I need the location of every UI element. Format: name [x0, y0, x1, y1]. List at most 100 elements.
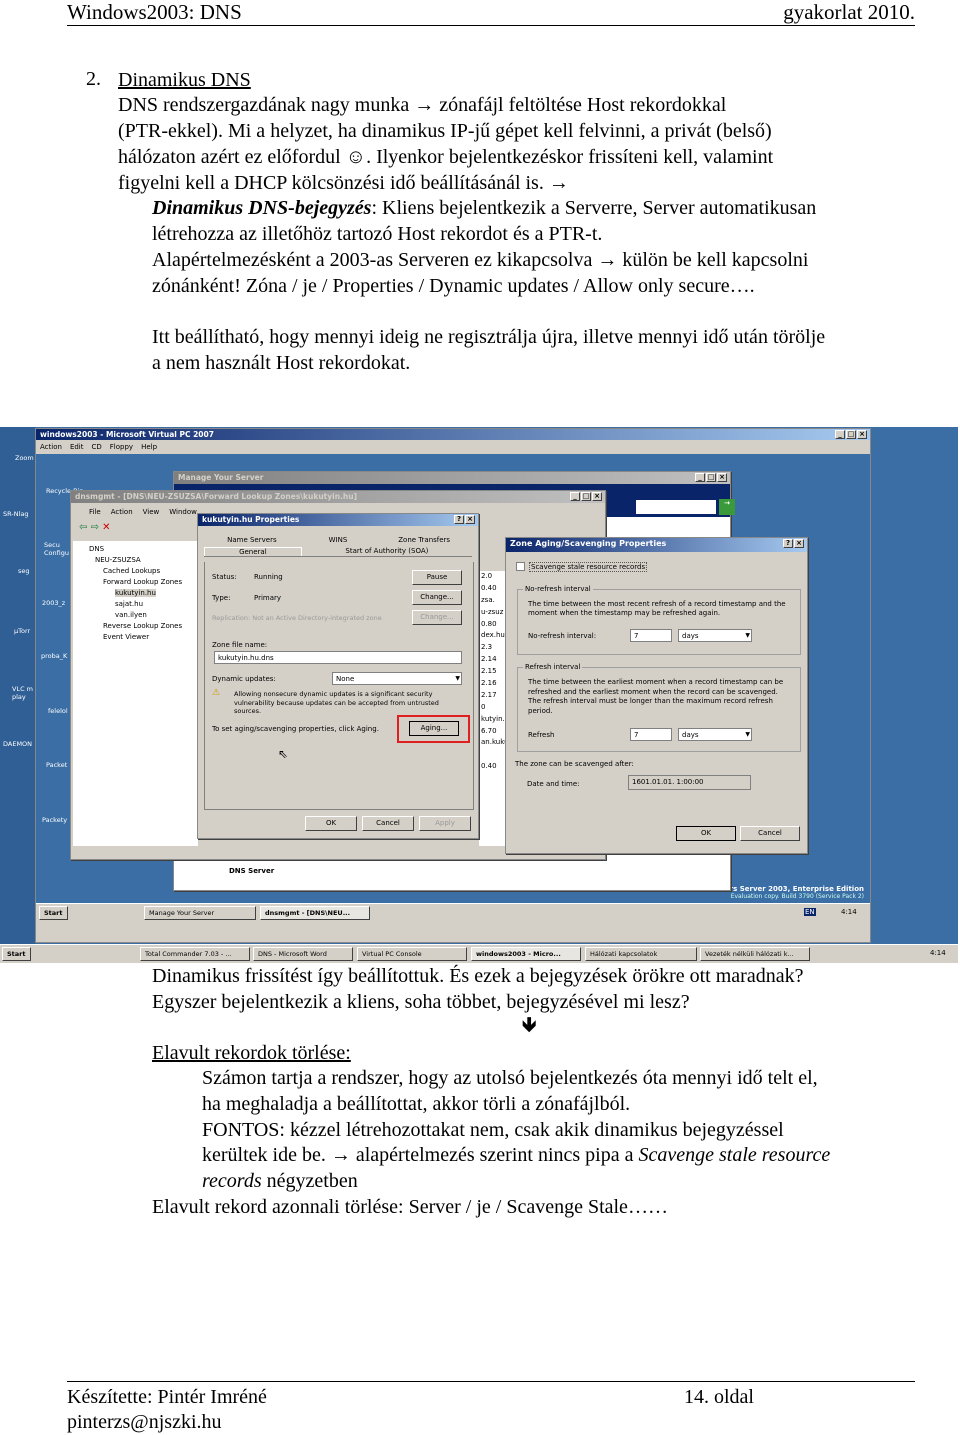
manage-titlebar[interactable]: Manage Your Server _ □ × [174, 472, 730, 484]
type-label: Type: [212, 594, 231, 602]
tabs-back-row: Name Servers WINS Zone Transfers [204, 536, 472, 544]
menu-view[interactable]: View [143, 508, 160, 516]
screenshot: Zoom SR-Nlag seg µTorr VLC m play DAEMON… [0, 427, 958, 963]
definition-line: Dinamikus DNS-bejegyzés: Kliens bejelent… [152, 196, 816, 222]
desktop-icon[interactable]: Secu Configu [44, 541, 72, 557]
taskbar-item[interactable]: Vezeték nélküli hálózati k... [700, 947, 810, 961]
tree-item[interactable]: Reverse Lookup Zones [89, 621, 198, 632]
refresh-input[interactable]: 7 [630, 728, 672, 741]
desktop-icon[interactable]: Packety [42, 816, 67, 824]
maximize-button[interactable]: □ [706, 473, 716, 482]
vpc-titlebar[interactable]: windows2003 - Microsoft Virtual PC 2007 … [36, 429, 870, 440]
refresh-unit-select[interactable]: days ▼ [678, 728, 752, 741]
menu-action[interactable]: Action [40, 443, 62, 451]
aging-cancel-button[interactable]: Cancel [740, 826, 800, 841]
close-button[interactable]: × [857, 430, 867, 439]
menu-cd[interactable]: CD [92, 443, 102, 451]
close-button[interactable]: × [592, 492, 602, 501]
tree-item[interactable]: Forward Lookup Zones [89, 577, 198, 588]
norefresh-label: No-refresh interval: [528, 632, 597, 640]
norefresh-input[interactable]: 7 [630, 629, 672, 642]
tab-wins[interactable]: WINS [300, 536, 377, 544]
close-button[interactable]: × [465, 515, 475, 524]
norefresh-unit-select[interactable]: days ▼ [678, 629, 752, 642]
scavenge-label[interactable]: Scavenge stale resource records [529, 562, 648, 572]
close-button[interactable]: × [794, 539, 804, 548]
language-indicator[interactable]: EN [804, 908, 816, 916]
dynamic-updates-select[interactable]: None ▼ [332, 672, 462, 685]
warning-text: Allowing nonsecure dynamic updates is a … [234, 690, 439, 715]
section-number: 2. [86, 68, 101, 90]
taskbar-item[interactable]: Manage Your Server [144, 906, 256, 920]
aging-titlebar[interactable]: Zone Aging/Scavenging Properties ? × [506, 538, 807, 552]
taskbar-item[interactable]: Virtual PC Console [357, 947, 467, 961]
menu-edit[interactable]: Edit [70, 443, 84, 451]
tree-item[interactable]: DNS [89, 544, 198, 555]
menu-action[interactable]: Action [111, 508, 133, 516]
desktop-icon[interactable]: SR-Nlag [3, 510, 29, 518]
os-branding: rs Server 2003, Enterprise Edition Evalu… [730, 885, 864, 900]
taskbar-item[interactable]: Hálózati kapcsolatok [585, 947, 697, 961]
go-arrow-icon[interactable]: → [719, 499, 735, 515]
pause-button[interactable]: Pause [412, 570, 462, 585]
menu-floppy[interactable]: Floppy [110, 443, 133, 451]
scavenge-checkbox[interactable] [516, 562, 525, 571]
status-label: Status: [212, 573, 237, 581]
ok-button[interactable]: OK [305, 816, 357, 831]
date-time-label: Date and time: [527, 780, 580, 788]
dnsmgmt-titlebar[interactable]: dnsmgmt - [DNS\NEU-ZSUZSA\Forward Lookup… [71, 491, 605, 503]
desktop-icon[interactable]: felelol [48, 707, 68, 715]
desktop-icon[interactable]: VLC m play [12, 685, 34, 701]
tree-item[interactable]: Event Viewer [89, 632, 198, 643]
desktop-icon[interactable]: seg [18, 567, 30, 575]
menu-help[interactable]: Help [141, 443, 157, 451]
tree-item[interactable]: sajat.hu [89, 599, 198, 610]
desktop-icon[interactable]: DAEMON [3, 740, 32, 748]
tab-general[interactable]: General [204, 547, 302, 556]
taskbar-item[interactable]: DNS - Microsoft Word [253, 947, 353, 961]
taskbar-item[interactable]: Total Commander 7.03 - ... [140, 947, 250, 961]
desktop-icon[interactable]: 2003_z [42, 599, 65, 607]
tab-name-servers[interactable]: Name Servers [204, 536, 300, 544]
chevron-down-icon: ▼ [745, 632, 750, 639]
tab-soa[interactable]: Start of Authority (SOA) [302, 547, 472, 556]
menu-window[interactable]: Window [169, 508, 197, 516]
props-titlebar[interactable]: kukutyin.hu Properties ? × [198, 514, 478, 526]
taskbar-item[interactable]: dnsmgmt - [DNS\NEU... [260, 906, 370, 920]
dns-server-heading[interactable]: DNS Server [229, 867, 274, 875]
tabs-front-row: General Start of Authority (SOA) [204, 547, 472, 557]
tree-item[interactable]: NEU-ZSUZSA [89, 555, 198, 566]
cancel-button[interactable]: Cancel [362, 816, 414, 831]
desktop-icon[interactable]: Packet [46, 761, 67, 769]
start-button[interactable]: Start [2, 947, 31, 961]
delete-icon[interactable]: ✕ [102, 522, 110, 533]
minimize-button[interactable]: _ [695, 473, 705, 482]
norefresh-desc: The time between the most recent refresh… [528, 600, 786, 617]
forward-icon[interactable]: ⇨ [91, 522, 99, 533]
zone-file-input[interactable]: kukutyin.hu.dns [214, 651, 462, 664]
start-button[interactable]: Start [39, 906, 68, 920]
maximize-button[interactable]: □ [846, 430, 856, 439]
change-type-button[interactable]: Change... [412, 590, 462, 605]
minimize-button[interactable]: _ [570, 492, 580, 501]
aging-ok-button[interactable]: OK [676, 826, 736, 841]
taskbar-item[interactable]: windows2003 - Micro... [471, 947, 581, 961]
desktop-icon[interactable]: Zoom [15, 454, 34, 462]
desktop-icon[interactable]: µTorr [14, 627, 30, 635]
help-button[interactable]: ? [783, 539, 793, 548]
tree-item-selected[interactable]: kukutyin.hu [115, 589, 156, 597]
maximize-button[interactable]: □ [581, 492, 591, 501]
help-button[interactable]: ? [454, 515, 464, 524]
desktop-icon[interactable]: proba_K [41, 652, 67, 660]
aging-button[interactable]: Aging... [409, 721, 459, 736]
tree-item[interactable]: Cached Lookups [89, 566, 198, 577]
tree-item[interactable]: van.ilyen [89, 610, 198, 621]
close-button[interactable]: × [717, 473, 727, 482]
tab-zone-transfers[interactable]: Zone Transfers [376, 536, 472, 544]
clock: 4:14 [930, 949, 946, 957]
search-input[interactable] [636, 500, 716, 514]
minimize-button[interactable]: _ [835, 430, 845, 439]
back-icon[interactable]: ⇦ [79, 522, 87, 533]
dynamic-updates-label: Dynamic updates: [212, 675, 276, 683]
menu-file[interactable]: File [89, 508, 101, 516]
